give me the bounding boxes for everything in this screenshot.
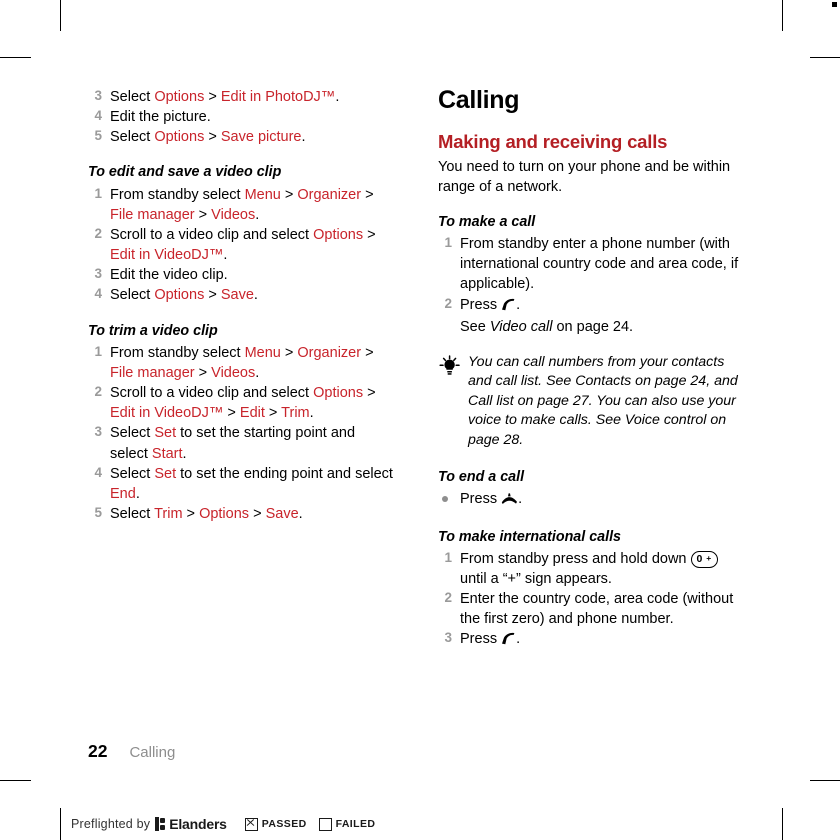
preflight-passed-status: PASSED xyxy=(244,817,307,831)
crop-mark-top-right-vertical xyxy=(782,0,783,31)
end-call-key-icon xyxy=(501,491,518,511)
step-item: 1 From standby enter a phone number (with… xyxy=(438,234,743,294)
international-call-heading: To make international calls xyxy=(438,528,622,545)
step-item: 4 Select Options > Save. xyxy=(88,285,393,305)
step-number: 1 xyxy=(94,185,102,201)
make-call-heading: To make a call xyxy=(438,213,536,230)
lightbulb-icon xyxy=(438,355,462,377)
crop-mark-top-left-horizontal xyxy=(0,57,31,58)
passed-label: PASSED xyxy=(261,818,307,830)
make-call-step-list: 1 From standby enter a phone number (with… xyxy=(438,234,743,337)
left-procedures: To edit and save a video clip 1 From stand… xyxy=(88,163,393,524)
step-item: 3 Select Options > Edit in PhotoDJ™. xyxy=(88,87,393,107)
step-item: 2 Press . See Video call on page 24. xyxy=(438,295,743,337)
preflight-strip: Preflighted by Elanders PASSED FAILED xyxy=(60,808,387,840)
procedure-heading: To edit and save a video clip xyxy=(88,164,282,181)
procedure-heading: To trim a video clip xyxy=(88,322,218,339)
step-number: 1 xyxy=(444,549,452,565)
step-number: 1 xyxy=(94,343,102,359)
step-item: 3 Edit the video clip. xyxy=(88,265,393,285)
crop-mark-top-right-horizontal xyxy=(810,57,840,58)
step-number: 4 xyxy=(94,286,102,302)
failed-label: FAILED xyxy=(335,818,376,830)
elanders-mark-icon xyxy=(155,817,166,831)
step-number: 2 xyxy=(444,295,452,311)
folio-page-number: 22 xyxy=(88,741,108,761)
tip-note: You can call numbers from your contacts … xyxy=(438,353,743,450)
section-intro-paragraph: You need to turn on your phone and be wi… xyxy=(438,158,731,195)
manual-page: 3 Select Options > Edit in PhotoDJ™. 4 Edit… xyxy=(60,57,782,780)
crop-mark-top-left-vertical xyxy=(60,0,61,31)
make-call-procedure: To make a call 1 From standby enter a phon… xyxy=(438,213,743,337)
step-item: 4 Edit the picture. xyxy=(88,107,393,127)
registration-mark xyxy=(832,2,837,7)
tip-text: You can call numbers from your contacts … xyxy=(468,353,738,448)
step-number: 3 xyxy=(444,630,452,646)
elanders-logo: Elanders xyxy=(155,816,227,832)
folio-chapter-label: Calling xyxy=(129,744,176,761)
step-item: 2 Scroll to a video clip and select Optio… xyxy=(88,383,393,423)
step-number: 5 xyxy=(94,504,102,520)
step-item: 1 From standby select Menu > Organizer > … xyxy=(88,343,393,383)
step-item: 2 Enter the country code, area code (with… xyxy=(438,589,743,629)
section-heading: Making and receiving calls xyxy=(438,131,668,153)
step-item: 1 From standby select Menu > Organizer > … xyxy=(88,185,393,225)
end-call-step-list: Press . xyxy=(438,489,743,511)
step-number: 4 xyxy=(94,464,102,480)
procedure-step-list: 1 From standby select Menu > Organizer > … xyxy=(88,343,393,524)
step-number: 2 xyxy=(444,590,452,606)
failed-checkbox-icon xyxy=(318,817,332,831)
elanders-brand-text: Elanders xyxy=(169,816,227,832)
passed-checkbox-icon xyxy=(244,817,258,831)
step-number: 4 xyxy=(94,108,102,124)
left-column: 3 Select Options > Edit in PhotoDJ™. 4 Edit… xyxy=(88,87,393,524)
step-number: 2 xyxy=(94,226,102,241)
step-item: 5 Select Options > Save picture. xyxy=(88,127,393,147)
call-key-icon xyxy=(501,297,516,317)
step-item: 3 Press . xyxy=(438,629,743,651)
crop-mark-bottom-right-horizontal xyxy=(810,780,840,781)
continued-step-list: 3 Select Options > Edit in PhotoDJ™. 4 Edit… xyxy=(88,87,393,147)
step-number: 3 xyxy=(94,88,102,103)
crop-mark-bottom-left-horizontal xyxy=(0,780,31,781)
preflight-label: Preflighted by xyxy=(71,817,151,831)
page-folio: 22 Calling xyxy=(88,741,175,762)
step-number: 3 xyxy=(94,424,102,440)
step-item: 2 Scroll to a video clip and select Optio… xyxy=(88,225,393,265)
step-number: 5 xyxy=(94,128,102,144)
step-number: 1 xyxy=(444,235,452,251)
step-number: 3 xyxy=(94,266,102,282)
bullet-icon xyxy=(442,496,448,503)
end-call-heading: To end a call xyxy=(438,469,525,486)
step-item: 5 Select Trim > Options > Save. xyxy=(88,504,393,524)
step-item: Press . xyxy=(438,489,743,511)
crop-mark-bottom-right-vertical xyxy=(782,808,783,840)
international-call-step-list: 1 From standby press and hold down 0 + un… xyxy=(438,549,743,652)
procedure-step-list: 1 From standby select Menu > Organizer > … xyxy=(88,185,393,306)
step-item: 3 Select Set to set the starting point an… xyxy=(88,423,393,463)
step-number: 2 xyxy=(94,384,102,400)
right-column: Calling Making and receiving calls You n… xyxy=(438,87,743,652)
preflight-failed-status: FAILED xyxy=(318,817,376,831)
zero-plus-key-icon: 0 + xyxy=(690,550,718,568)
step-item: 1 From standby press and hold down 0 + un… xyxy=(438,549,743,589)
call-key-icon xyxy=(501,631,516,651)
page-title: Calling xyxy=(438,86,520,114)
step-item: 4 Select Set to set the ending point and … xyxy=(88,464,393,504)
